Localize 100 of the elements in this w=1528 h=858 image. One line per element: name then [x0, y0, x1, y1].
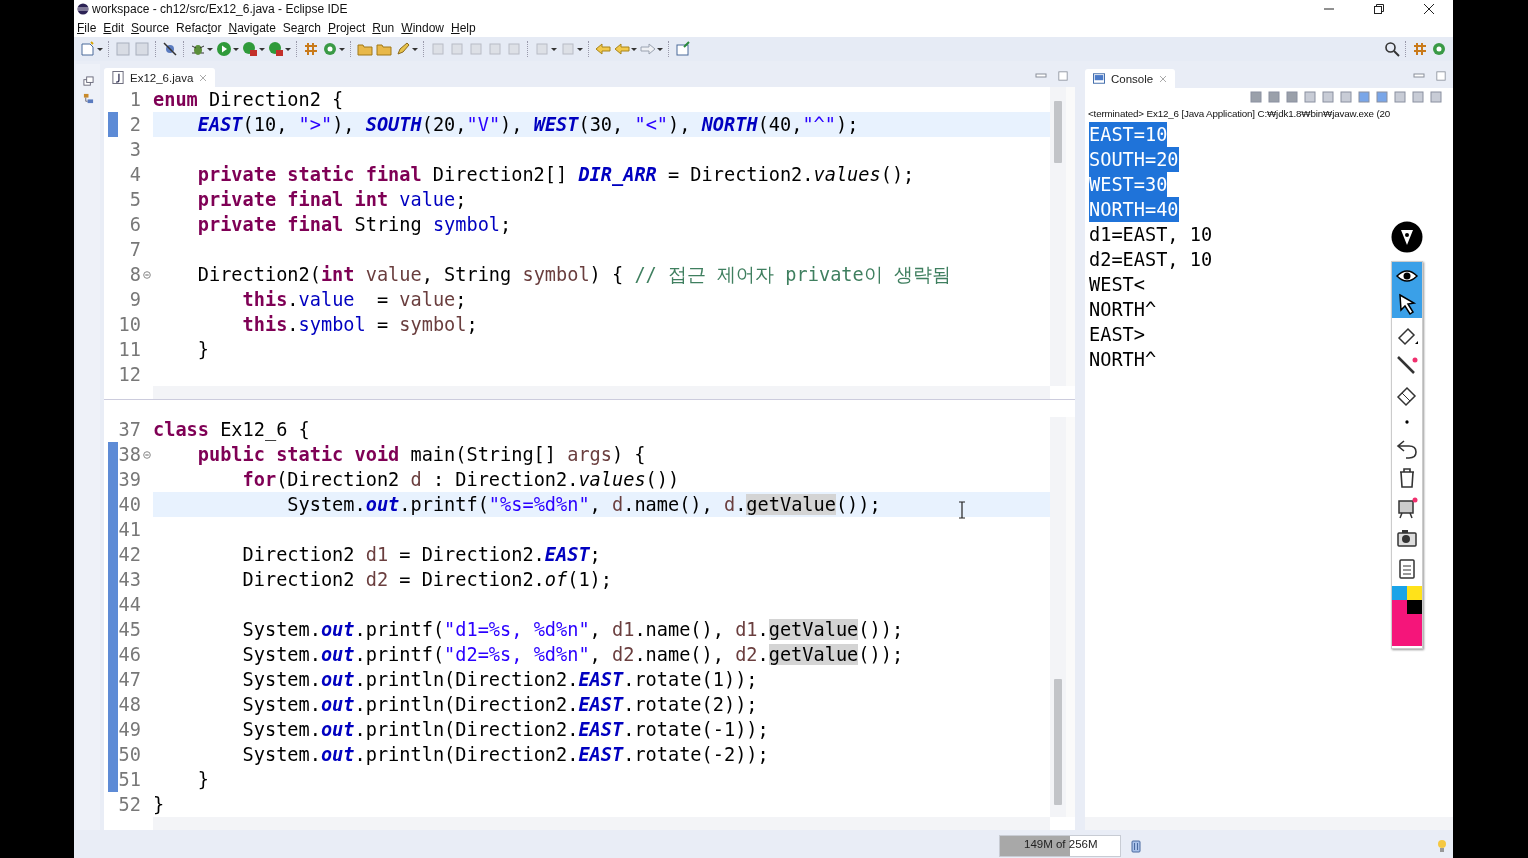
line-number: 4	[128, 164, 141, 185]
run-icon[interactable]	[216, 41, 232, 57]
eraser-icon[interactable]	[1395, 384, 1419, 408]
menu-item[interactable]: Source	[131, 20, 170, 35]
line-number: 44	[118, 594, 141, 615]
menu-item[interactable]: Help	[451, 20, 476, 35]
menu-item[interactable]: Project	[327, 20, 366, 35]
code-line: private final String symbol;	[196, 213, 513, 237]
line-number: 1	[128, 89, 141, 110]
close-icon	[1424, 4, 1434, 14]
code-line: }	[153, 793, 166, 817]
menu-item[interactable]: Navigate	[228, 20, 276, 35]
line-number: 38	[118, 444, 141, 465]
memory-indicator[interactable]: 149M of 256M	[999, 834, 1121, 857]
console-output-line: d1=EAST, 10	[1089, 223, 1213, 247]
minimize-icon[interactable]	[1035, 70, 1047, 81]
code-line: System.out.printf("d2=%s, %d%n", d2.name(), d2.getValue());	[241, 643, 905, 667]
console-output-line: NORTH^	[1089, 298, 1157, 322]
menu-item[interactable]: Edit	[103, 20, 125, 35]
search-icon[interactable]	[1384, 41, 1400, 57]
code-line: this.value = value;	[241, 288, 468, 312]
console-output-line: EAST>	[1089, 323, 1145, 347]
editor-tab[interactable]: Ex12_6.java	[104, 68, 216, 87]
line-number: 51	[118, 769, 141, 790]
line-number: 6	[128, 214, 141, 235]
color-palette-icon[interactable]	[1392, 586, 1422, 646]
maximize-icon[interactable]	[1057, 70, 1069, 81]
line-number: 39	[118, 469, 141, 490]
code-line: private final int value;	[196, 188, 468, 212]
code-line: private static final Direction2[] DIR_ARR = Direction2.values();	[196, 163, 916, 187]
menu-item[interactable]: Refactor	[176, 20, 222, 35]
line-number: 37	[118, 419, 141, 440]
line-number: 43	[118, 569, 141, 590]
code-line: }	[196, 338, 210, 362]
menu-item[interactable]: Search	[282, 20, 321, 35]
code-line: public static void main(String[] args) {	[196, 443, 647, 467]
line-number: 41	[118, 519, 141, 540]
maximize-icon[interactable]	[1435, 71, 1447, 81]
lightbulb-icon[interactable]	[1437, 838, 1447, 853]
code-line: System.out.printf("d1=%s, %d%n", d1.name(), d1.getValue());	[241, 618, 905, 642]
line-number: 49	[118, 719, 141, 740]
vertical-scrollbar[interactable]	[1050, 87, 1066, 386]
menu-item[interactable]: Run	[372, 20, 395, 35]
line-number: 52	[118, 794, 141, 815]
memory-usage-text: 149M of 256M	[1024, 837, 1098, 850]
window-title: workspace - ch12/src/Ex12_6.java - Eclipse IDE	[92, 2, 348, 16]
whiteboard-icon[interactable]	[1395, 496, 1419, 520]
line-number: 3	[128, 139, 141, 160]
close-icon[interactable]	[199, 73, 208, 82]
code-line: System.out.println(Direction2.EAST.rotate(-1));	[241, 718, 770, 742]
line-number: 48	[118, 694, 141, 715]
collapse-icon[interactable]	[143, 450, 151, 459]
restore-icon	[1374, 4, 1384, 14]
vertical-scrollbar[interactable]	[1050, 417, 1066, 817]
coverage-icon[interactable]	[242, 41, 258, 57]
line-number: 8	[128, 264, 141, 285]
garbage-collect-icon[interactable]	[1131, 838, 1141, 853]
line-number: 12	[118, 364, 141, 385]
line-number: 46	[118, 644, 141, 665]
new-package-icon[interactable]	[303, 41, 319, 57]
line-number: 10	[118, 314, 141, 335]
open-folder-icon[interactable]	[376, 41, 392, 57]
minimize-icon[interactable]	[1413, 71, 1425, 81]
code-line: class Ex12_6 {	[153, 418, 311, 442]
line-number: 40	[118, 494, 141, 515]
new-class-icon[interactable]	[322, 41, 338, 57]
console-output-line: WEST<	[1089, 273, 1145, 297]
package-explorer-icon[interactable]	[82, 93, 94, 104]
close-icon[interactable]	[1159, 74, 1168, 83]
java-file-icon	[112, 71, 124, 84]
console-tab[interactable]: Console	[1085, 69, 1176, 88]
pen-logo-icon[interactable]	[1391, 221, 1423, 253]
back-icon[interactable]	[595, 41, 611, 57]
line-number: 11	[118, 339, 141, 360]
console-status: <terminated> Ex12_6 [Java Application] C:₩jdk1.8₩bin₩javaw.exe (20	[1087, 107, 1392, 121]
code-line: Direction2(int value, String symbol) { // 접근 제어자 private이 생략됨	[196, 263, 952, 287]
code-line: Direction2 d1 = Direction2.EAST;	[241, 543, 602, 567]
code-line: System.out.println(Direction2.EAST.rotate(2));	[241, 693, 759, 717]
console-output-line: d2=EAST, 10	[1089, 248, 1213, 272]
line-number: 42	[118, 544, 141, 565]
code-line: }	[196, 768, 210, 792]
code-line: this.symbol = symbol;	[241, 313, 479, 337]
code-line: enum Direction2 {	[153, 88, 345, 112]
line-number: 9	[128, 289, 141, 310]
menu-item[interactable]: Window	[401, 20, 444, 35]
code-line: Direction2 d2 = Direction2.of(1);	[241, 568, 613, 592]
line-number: 50	[118, 744, 141, 765]
menu-item[interactable]: File	[77, 20, 97, 35]
line-number: 47	[118, 669, 141, 690]
code-line: for(Direction2 d : Direction2.values())	[241, 468, 681, 492]
horizontal-scrollbar[interactable]	[153, 386, 1050, 399]
line-number: 45	[118, 619, 141, 640]
line-number: 7	[128, 239, 141, 260]
collapse-icon[interactable]	[143, 270, 151, 279]
console-output-line: NORTH^	[1089, 348, 1157, 372]
pin-editor-icon[interactable]	[675, 41, 691, 57]
horizontal-scrollbar[interactable]	[1085, 817, 1453, 830]
restore-icon[interactable]	[82, 76, 94, 87]
code-line: System.out.println(Direction2.EAST.rotate(1));	[241, 668, 759, 692]
line-number: 5	[128, 189, 141, 210]
